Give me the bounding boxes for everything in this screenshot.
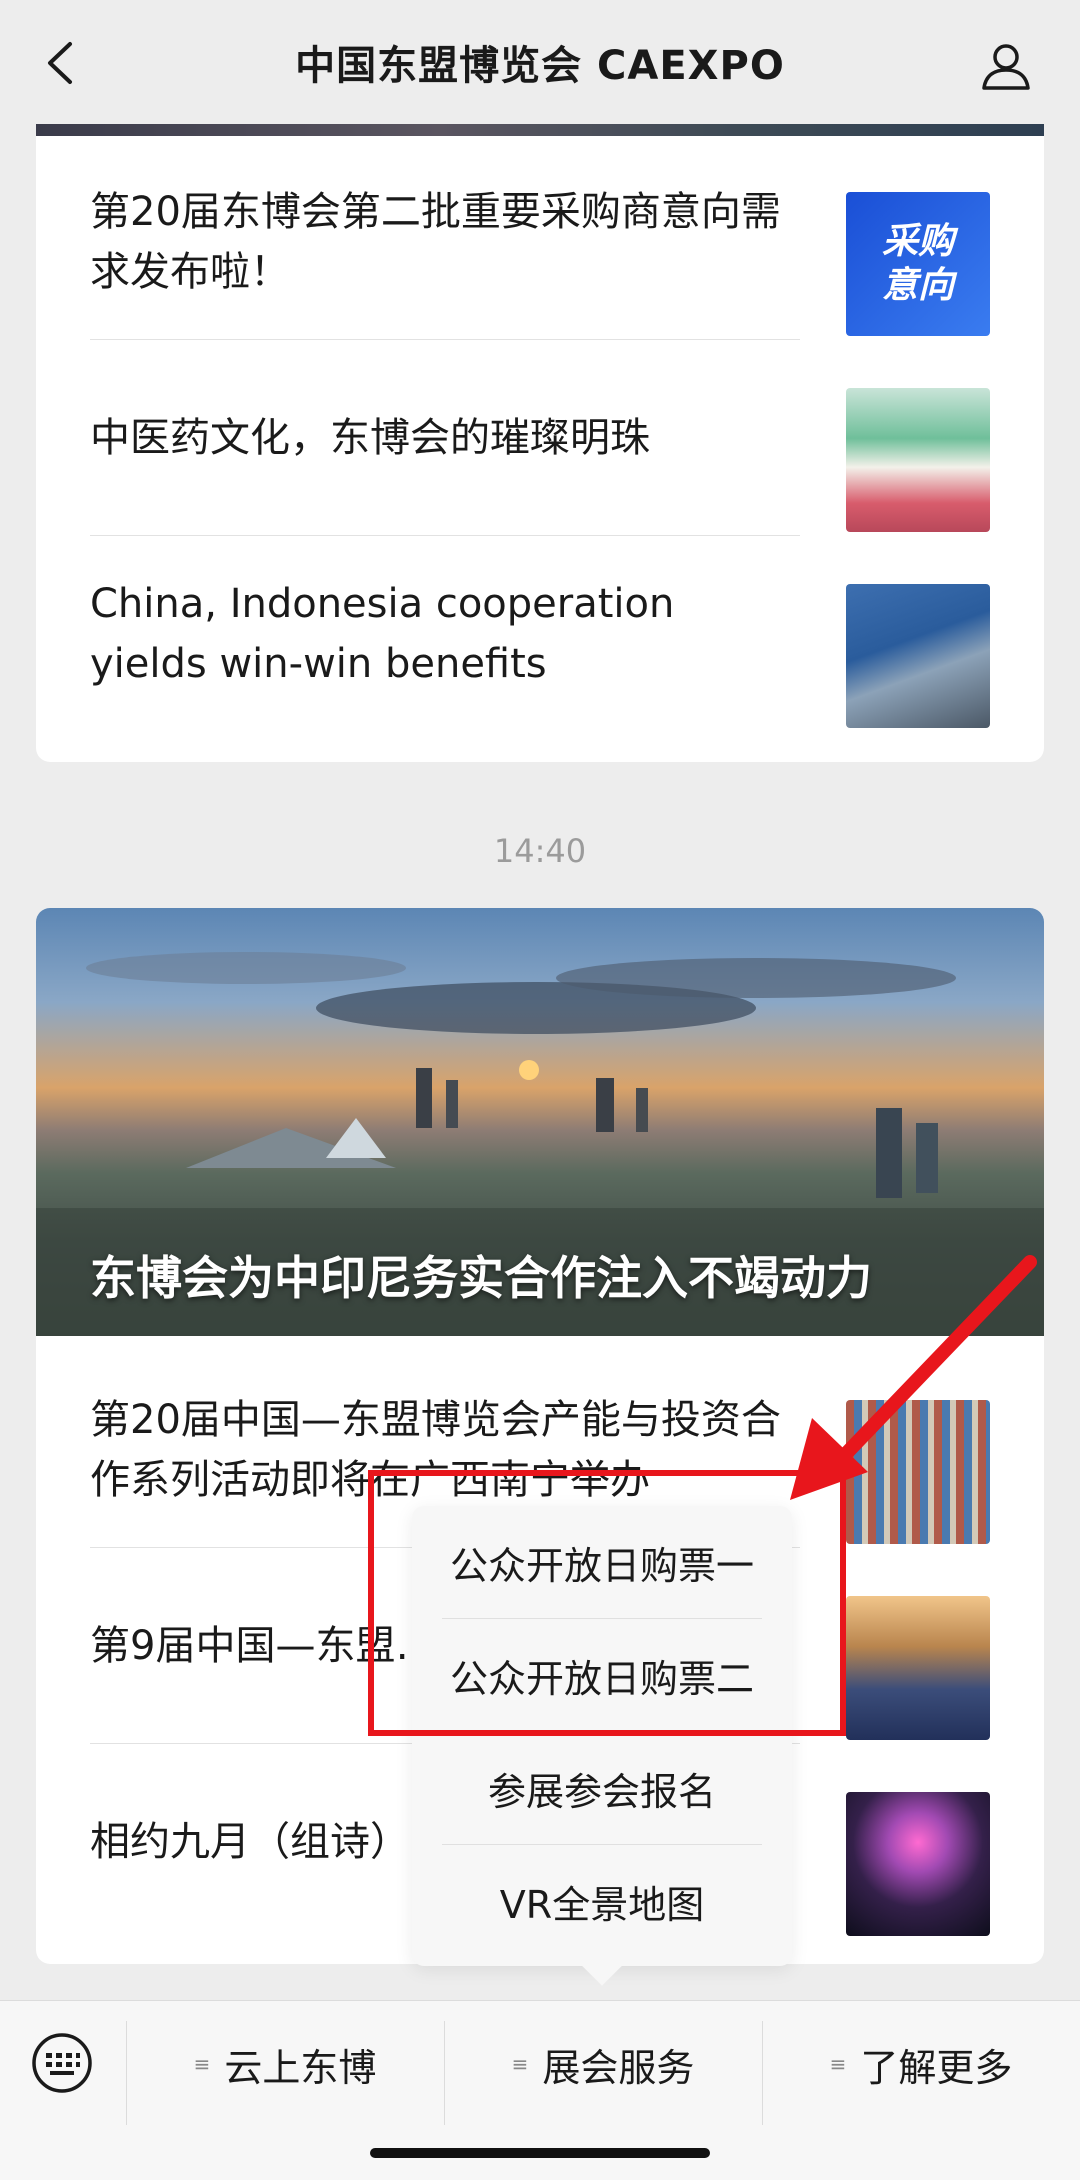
keyboard-icon[interactable] xyxy=(30,2031,94,2095)
article-thumbnail xyxy=(846,1596,990,1740)
chevron-left-icon[interactable] xyxy=(40,38,80,88)
article-thumbnail: 采购意向 xyxy=(846,192,990,336)
article-item[interactable]: 第20届东博会第二批重要采购商意向需求发布啦！ 采购意向 xyxy=(90,144,990,340)
message-timestamp: 14:40 xyxy=(493,832,587,870)
article-item[interactable]: China, Indonesia cooperation yields win-… xyxy=(90,536,990,732)
article-thumbnail xyxy=(846,1792,990,1936)
hero-cover-image[interactable]: 东博会为中印尼务实合作注入不竭动力 xyxy=(36,908,1044,1336)
bottom-menu-expo-services[interactable]: ≡ 展会服务 xyxy=(444,2029,762,2099)
bottom-menu-cloud-expo[interactable]: ≡ 云上东博 xyxy=(126,2029,444,2099)
hero-article-title: 东博会为中印尼务实合作注入不竭动力 xyxy=(90,1251,872,1305)
bottom-menu-learn-more[interactable]: ≡ 了解更多 xyxy=(762,2029,1080,2099)
menu-item-registration[interactable]: 参展参会报名 xyxy=(412,1732,792,1844)
article-thumbnail xyxy=(846,388,990,532)
page-title: 中国东盟博览会 CAEXPO xyxy=(295,43,785,89)
article-item[interactable]: 中医药文化，东博会的璀璨明珠 xyxy=(90,340,990,536)
menu-lines-icon: ≡ xyxy=(193,2052,211,2076)
user-icon[interactable] xyxy=(980,40,1032,92)
menu-lines-icon: ≡ xyxy=(511,2052,529,2076)
article-thumbnail xyxy=(846,1400,990,1544)
article-title: China, Indonesia cooperation yields win-… xyxy=(90,581,675,687)
top-nav-bar: 中国东盟博览会 CAEXPO xyxy=(0,0,1080,124)
bottom-menu-label: 了解更多 xyxy=(860,2045,1013,2090)
annotation-highlight-box xyxy=(368,1470,846,1736)
bottom-menu-label: 展会服务 xyxy=(542,2045,695,2090)
article-title: 第20届东博会第二批重要采购商意向需求发布啦！ xyxy=(90,189,781,295)
thumbnail-text: 采购意向 xyxy=(881,221,954,306)
bottom-menu-label: 云上东博 xyxy=(224,2045,377,2090)
article-card: 第20届东博会第二批重要采购商意向需求发布啦！ 采购意向 中医药文化，东博会的璀… xyxy=(36,100,1044,762)
menu-lines-icon: ≡ xyxy=(829,2052,847,2076)
article-title: 中医药文化，东博会的璀璨明珠 xyxy=(90,415,650,461)
home-indicator xyxy=(370,2148,710,2158)
menu-item-vr-map[interactable]: VR全景地图 xyxy=(412,1845,792,1957)
article-thumbnail xyxy=(846,584,990,728)
